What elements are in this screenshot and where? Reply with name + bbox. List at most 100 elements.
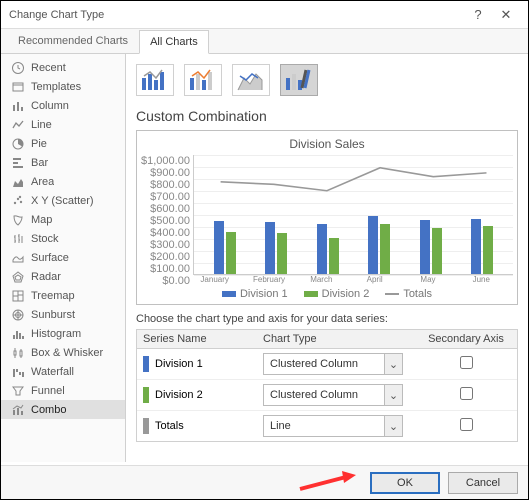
sidebar-item-label: Line <box>31 119 52 131</box>
series-row-totals: Totals Line⌄ <box>137 411 517 441</box>
sidebar-item-combo[interactable]: Combo <box>1 400 125 419</box>
templates-icon <box>11 80 25 94</box>
titlebar: Change Chart Type ? ✕ <box>1 1 528 29</box>
pie-icon <box>11 137 25 151</box>
area-icon <box>11 175 25 189</box>
map-icon <box>11 213 25 227</box>
sidebar-item-treemap[interactable]: Treemap <box>1 286 125 305</box>
sidebar-item-label: Templates <box>31 81 81 93</box>
sidebar-item-label: Funnel <box>31 385 65 397</box>
plot-area <box>193 155 513 275</box>
histogram-icon <box>11 327 25 341</box>
series-name-label: Totals <box>155 420 184 432</box>
sidebar-item-pie[interactable]: Pie <box>1 134 125 153</box>
sidebar-item-label: Bar <box>31 157 48 169</box>
column-icon <box>11 99 25 113</box>
main-panel: Custom Combination Division Sales $1,000… <box>126 54 528 462</box>
treemap-icon <box>11 289 25 303</box>
sidebar-item-area[interactable]: Area <box>1 172 125 191</box>
boxwhisker-icon <box>11 346 25 360</box>
y-axis: $1,000.00$900.00$800.00$700.00$600.00$50… <box>141 155 193 275</box>
sidebar-item-label: Stock <box>31 233 59 245</box>
sidebar-item-label: Recent <box>31 62 66 74</box>
secondary-axis-checkbox[interactable] <box>460 418 473 431</box>
section-title: Custom Combination <box>136 108 518 124</box>
sidebar-item-bar[interactable]: Bar <box>1 153 125 172</box>
series-name-label: Division 2 <box>155 389 203 401</box>
sidebar-item-sunburst[interactable]: Sunburst <box>1 305 125 324</box>
sidebar-item-label: Waterfall <box>31 366 74 378</box>
series-row-division1: Division 1 Clustered Column⌄ <box>137 349 517 380</box>
scatter-icon <box>11 194 25 208</box>
legend: Division 1 Division 2 Totals <box>141 284 513 300</box>
ok-button[interactable]: OK <box>370 472 440 494</box>
series-name-label: Division 1 <box>155 358 203 370</box>
sidebar-item-label: Box & Whisker <box>31 347 103 359</box>
col-chart-type: Chart Type <box>263 333 421 345</box>
combo-subtype-3[interactable] <box>232 64 270 96</box>
sunburst-icon <box>11 308 25 322</box>
sidebar-item-label: Histogram <box>31 328 81 340</box>
sidebar-item-waterfall[interactable]: Waterfall <box>1 362 125 381</box>
sidebar-item-label: Map <box>31 214 52 226</box>
combo-subtype-1[interactable] <box>136 64 174 96</box>
totals-line <box>221 168 487 191</box>
series-swatch-icon <box>143 418 149 434</box>
chevron-down-icon: ⌄ <box>384 416 402 436</box>
waterfall-icon <box>11 365 25 379</box>
close-button[interactable]: ✕ <box>492 7 520 23</box>
sidebar-item-label: Treemap <box>31 290 75 302</box>
sidebar-item-stock[interactable]: Stock <box>1 229 125 248</box>
series-swatch-icon <box>143 356 149 372</box>
series-table: Series Name Chart Type Secondary Axis Di… <box>136 329 518 442</box>
sidebar-item-scatter[interactable]: X Y (Scatter) <box>1 191 125 210</box>
sidebar-item-label: Radar <box>31 271 61 283</box>
sidebar-item-histogram[interactable]: Histogram <box>1 324 125 343</box>
sidebar-item-line[interactable]: Line <box>1 115 125 134</box>
chevron-down-icon: ⌄ <box>384 354 402 374</box>
secondary-axis-checkbox[interactable] <box>460 387 473 400</box>
sidebar-item-label: Surface <box>31 252 69 264</box>
tabs: Recommended Charts All Charts <box>1 29 528 54</box>
col-secondary-axis: Secondary Axis <box>421 333 511 345</box>
combo-subtype-row <box>136 62 518 106</box>
line-icon <box>11 118 25 132</box>
tab-recommended-charts[interactable]: Recommended Charts <box>7 29 139 53</box>
combo-icon <box>11 403 25 417</box>
chart-type-dropdown[interactable]: Line⌄ <box>263 415 403 437</box>
secondary-axis-checkbox[interactable] <box>460 356 473 369</box>
dialog-footer: OK Cancel <box>1 465 528 499</box>
chart-type-dropdown[interactable]: Clustered Column⌄ <box>263 384 403 406</box>
sidebar-item-recent[interactable]: Recent <box>1 58 125 77</box>
combo-subtype-2[interactable] <box>184 64 222 96</box>
legend-item-division1: Division 1 <box>222 288 288 300</box>
sidebar-item-funnel[interactable]: Funnel <box>1 381 125 400</box>
chart-preview: Division Sales $1,000.00$900.00$800.00$7… <box>136 130 518 305</box>
chart-type-dropdown[interactable]: Clustered Column⌄ <box>263 353 403 375</box>
series-prompt: Choose the chart type and axis for your … <box>136 311 518 329</box>
funnel-icon <box>11 384 25 398</box>
sidebar-item-map[interactable]: Map <box>1 210 125 229</box>
sidebar-item-templates[interactable]: Templates <box>1 77 125 96</box>
col-series-name: Series Name <box>143 333 263 345</box>
stock-icon <box>11 232 25 246</box>
sidebar-item-radar[interactable]: Radar <box>1 267 125 286</box>
sidebar-item-column[interactable]: Column <box>1 96 125 115</box>
series-row-division2: Division 2 Clustered Column⌄ <box>137 380 517 411</box>
sidebar-item-label: Combo <box>31 404 66 416</box>
help-button[interactable]: ? <box>464 7 492 22</box>
sidebar-item-boxwhisker[interactable]: Box & Whisker <box>1 343 125 362</box>
cancel-button[interactable]: Cancel <box>448 472 518 494</box>
chart-category-sidebar: Recent Templates Column Line Pie Bar Area X Y (… <box>1 54 126 462</box>
surface-icon <box>11 251 25 265</box>
combo-subtype-custom[interactable] <box>280 64 318 96</box>
sidebar-item-label: Pie <box>31 138 47 150</box>
legend-item-totals: Totals <box>385 288 432 300</box>
sidebar-item-label: Sunburst <box>31 309 75 321</box>
sidebar-item-label: Area <box>31 176 54 188</box>
bar-icon <box>11 156 25 170</box>
recent-icon <box>11 61 25 75</box>
sidebar-item-surface[interactable]: Surface <box>1 248 125 267</box>
tab-all-charts[interactable]: All Charts <box>139 30 209 54</box>
sidebar-item-label: X Y (Scatter) <box>31 195 94 207</box>
